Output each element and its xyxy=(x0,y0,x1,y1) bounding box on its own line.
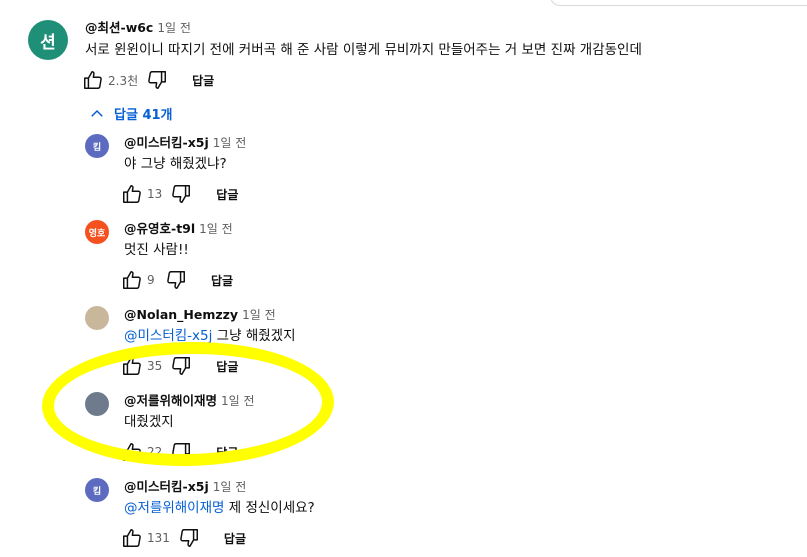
replies-toggle-button[interactable]: 답글 41개 xyxy=(88,104,173,123)
avatar-initial: 영호 xyxy=(88,228,106,239)
reply-text: @저를위해이재명 제 정신이세요? xyxy=(124,499,315,517)
reply-actions: 131 답글 xyxy=(121,526,246,550)
reply-time[interactable]: 1일 전 xyxy=(221,394,255,408)
thumb-up-icon[interactable] xyxy=(121,527,143,549)
reply-mention[interactable]: @저를위해이재명 xyxy=(124,500,224,516)
reply-author[interactable]: @저를위해이재명 xyxy=(124,393,217,408)
reply-text: 멋진 사람!! xyxy=(124,241,189,259)
chevron-up-icon xyxy=(88,105,106,123)
comment-header: @최션-w6c 1일 전 xyxy=(85,19,191,36)
reply-button[interactable]: 답글 xyxy=(192,72,214,89)
thumb-up-icon[interactable] xyxy=(82,69,104,91)
thumb-down-icon[interactable] xyxy=(178,527,200,549)
reply-actions: 35 답글 xyxy=(121,354,238,378)
reply-body: 그냥 해줬겠지 xyxy=(212,328,296,344)
like-count: 22 xyxy=(147,445,163,459)
search-box-edge xyxy=(550,0,807,6)
reply-body: 야 그냥 해줬겠냐? xyxy=(124,156,227,172)
reply-header: @미스터킴-x5j 1일 전 xyxy=(124,134,246,151)
replies-count-label: 답글 41개 xyxy=(114,108,173,123)
reply-avatar[interactable] xyxy=(85,392,109,416)
reply-time[interactable]: 1일 전 xyxy=(213,136,247,150)
reply-header: @유영호-t9l 1일 전 xyxy=(124,220,233,237)
thumb-down-icon[interactable] xyxy=(170,355,192,377)
reply-header: @Nolan_Hemzzy 1일 전 xyxy=(124,306,276,323)
reply-actions: 13 답글 xyxy=(121,182,238,206)
reply-avatar[interactable]: 킴 xyxy=(85,478,109,502)
thumb-up-icon[interactable] xyxy=(121,355,143,377)
avatar-initial: 킴 xyxy=(92,142,102,153)
thumb-up-icon[interactable] xyxy=(121,183,143,205)
like-count: 2.3천 xyxy=(108,73,139,88)
reply-mention[interactable]: @미스터킴-x5j xyxy=(124,328,212,344)
avatar-initial: 션 xyxy=(40,32,56,53)
avatar-initial: 킴 xyxy=(92,486,102,497)
thumb-down-icon[interactable] xyxy=(170,183,192,205)
like-count: 35 xyxy=(147,359,163,373)
reply-button[interactable]: 답글 xyxy=(224,530,246,547)
like-count: 9 xyxy=(147,273,155,287)
reply-avatar[interactable]: 킴 xyxy=(85,134,109,158)
commenter-avatar[interactable]: 션 xyxy=(28,20,68,60)
reply-avatar[interactable]: 영호 xyxy=(85,220,109,244)
reply-button[interactable]: 답글 xyxy=(216,444,238,461)
reply-button[interactable]: 답글 xyxy=(211,272,233,289)
thumb-up-icon[interactable] xyxy=(121,441,143,463)
thumb-down-icon[interactable] xyxy=(165,269,187,291)
comment-author[interactable]: @최션-w6c xyxy=(85,20,153,35)
reply-author[interactable]: @유영호-t9l xyxy=(124,221,195,236)
comment-time[interactable]: 1일 전 xyxy=(157,21,191,35)
like-count: 13 xyxy=(147,187,163,201)
reply-author[interactable]: @미스터킴-x5j xyxy=(124,479,209,494)
reply-time[interactable]: 1일 전 xyxy=(213,480,247,494)
reply-header: @저를위해이재명 1일 전 xyxy=(124,392,255,409)
reply-text: @미스터킴-x5j 그냥 해줬겠지 xyxy=(124,327,296,345)
reply-time[interactable]: 1일 전 xyxy=(199,222,233,236)
comment-actions: 2.3천 답글 xyxy=(82,68,214,92)
reply-time[interactable]: 1일 전 xyxy=(242,308,276,322)
reply-body: 대줬겠지 xyxy=(124,414,174,430)
reply-body: 제 정신이세요? xyxy=(224,500,315,516)
like-count: 131 xyxy=(147,531,170,545)
reply-actions: 22 답글 xyxy=(121,440,238,464)
reply-body: 멋진 사람!! xyxy=(124,242,189,258)
reply-text: 야 그냥 해줬겠냐? xyxy=(124,155,227,173)
reply-button[interactable]: 답글 xyxy=(216,358,238,375)
reply-author[interactable]: @미스터킴-x5j xyxy=(124,135,209,150)
thumb-up-icon[interactable] xyxy=(121,269,143,291)
reply-button[interactable]: 답글 xyxy=(216,186,238,203)
reply-header: @미스터킴-x5j 1일 전 xyxy=(124,478,246,495)
reply-avatar[interactable] xyxy=(85,306,109,330)
reply-text: 대줬겠지 xyxy=(124,413,174,431)
reply-author[interactable]: @Nolan_Hemzzy xyxy=(124,307,238,322)
thumb-down-icon[interactable] xyxy=(170,441,192,463)
reply-actions: 9 답글 xyxy=(121,268,233,292)
thumb-down-icon[interactable] xyxy=(146,69,168,91)
comment-text: 서로 윈윈이니 따지기 전에 커버곡 해 준 사람 이렇게 뮤비까지 만들어주는… xyxy=(85,42,642,58)
